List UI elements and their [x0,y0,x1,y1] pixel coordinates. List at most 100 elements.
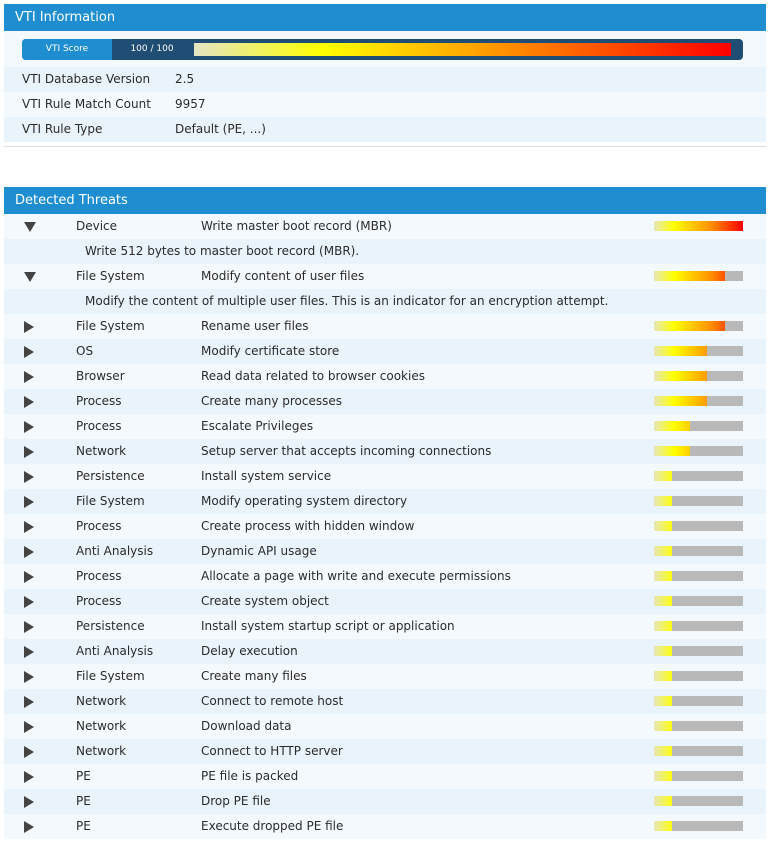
expand-arrow-icon[interactable] [24,746,34,758]
vti-info-value: Default (PE, ...) [175,122,266,136]
vti-info-row: VTI Database Version 2.5 [4,67,766,92]
threat-row[interactable]: OS Modify certificate store [4,339,766,364]
expand-arrow-icon[interactable] [24,621,34,633]
threat-name: Delay execution [201,644,298,658]
threat-name: PE file is packed [201,769,299,783]
threat-category: Anti Analysis [76,544,154,558]
expand-arrow-icon[interactable] [24,796,34,808]
expand-arrow-icon[interactable] [24,521,34,533]
threat-name: Read data related to browser cookies [201,369,425,383]
threat-row[interactable]: Browser Read data related to browser cook… [4,364,766,389]
threat-severity-bar [654,471,743,481]
threat-severity-fill [654,821,672,831]
expand-arrow-icon[interactable] [24,346,34,358]
threat-row[interactable]: Anti Analysis Delay execution [4,639,766,664]
threat-row[interactable]: Process Create process with hidden window [4,514,766,539]
threat-severity-bar [654,496,743,506]
threat-category: Process [76,419,122,433]
vti-info-table: VTI Database Version 2.5 VTI Rule Match Co… [4,67,766,142]
threat-row[interactable]: Anti Analysis Dynamic API usage [4,539,766,564]
threat-row[interactable]: File System Rename user files [4,314,766,339]
threat-row[interactable]: Network Setup server that accepts incomin… [4,439,766,464]
threat-severity-fill [654,546,672,556]
collapse-arrow-icon[interactable] [24,272,36,282]
threat-severity-fill [654,721,672,731]
threat-severity-bar [654,671,743,681]
expand-arrow-icon[interactable] [24,396,34,408]
expand-arrow-icon[interactable] [24,596,34,608]
vti-info-row: VTI Rule Match Count 9957 [4,92,766,117]
vti-information-header: VTI Information [4,4,766,31]
vti-info-key: VTI Database Version [22,72,151,86]
expand-arrow-icon[interactable] [24,646,34,658]
threat-severity-fill [654,771,672,781]
expand-arrow-icon[interactable] [24,771,34,783]
expand-arrow-icon[interactable] [24,696,34,708]
threat-severity-fill [654,571,672,581]
threat-name: Execute dropped PE file [201,819,344,833]
expand-arrow-icon[interactable] [24,421,34,433]
threat-row[interactable]: File System Modify content of user files [4,264,766,289]
threat-category: File System [76,669,145,683]
threat-severity-bar [654,371,743,381]
threat-name: Write master boot record (MBR) [201,219,392,233]
threat-severity-fill [654,621,672,631]
threat-row[interactable]: Network Connect to HTTP server [4,739,766,764]
threat-name: Modify certificate store [201,344,340,358]
threat-row[interactable]: File System Modify operating system direc… [4,489,766,514]
threat-severity-fill [654,371,707,381]
threat-row[interactable]: Process Allocate a page with write and ex… [4,564,766,589]
threat-severity-bar [654,571,743,581]
threat-severity-fill [654,396,707,406]
threat-name: Download data [201,719,292,733]
threat-row[interactable]: Device Write master boot record (MBR) [4,214,766,239]
threat-severity-bar [654,596,743,606]
expand-arrow-icon[interactable] [24,471,34,483]
vti-score-bar: VTI Score 100 / 100 [22,39,743,60]
vti-info-value: 9957 [175,97,206,111]
threat-severity-bar [654,721,743,731]
expand-arrow-icon[interactable] [24,321,34,333]
threat-row[interactable]: Network Connect to remote host [4,689,766,714]
threat-row[interactable]: Process Create system object [4,589,766,614]
threat-row[interactable]: File System Create many files [4,664,766,689]
threat-severity-fill [654,796,672,806]
threat-severity-bar [654,646,743,656]
threat-severity-bar [654,621,743,631]
vti-score-value: 100 / 100 [130,44,174,54]
threat-category: Network [76,444,127,458]
expand-arrow-icon[interactable] [24,821,34,833]
threat-category: Browser [76,369,125,383]
expand-arrow-icon[interactable] [24,721,34,733]
collapse-arrow-icon[interactable] [24,222,36,232]
threat-category: OS [76,344,94,358]
threat-severity-bar [654,221,743,231]
expand-arrow-icon[interactable] [24,446,34,458]
threat-severity-fill [654,521,672,531]
threat-severity-fill [654,596,672,606]
threat-row[interactable]: PE PE file is packed [4,764,766,789]
threat-row[interactable]: Process Escalate Privileges [4,414,766,439]
threat-row[interactable]: PE Drop PE file [4,789,766,814]
threat-row[interactable]: Process Create many processes [4,389,766,414]
threat-severity-fill [654,646,672,656]
expand-arrow-icon[interactable] [24,571,34,583]
threat-row[interactable]: Network Download data [4,714,766,739]
threat-category: File System [76,319,145,333]
threat-category: Network [76,719,127,733]
threat-name: Create many processes [201,394,342,408]
expand-arrow-icon[interactable] [24,496,34,508]
expand-arrow-icon[interactable] [24,371,34,383]
threat-name: Connect to HTTP server [201,744,343,758]
threat-category: PE [76,819,91,833]
expand-arrow-icon[interactable] [24,546,34,558]
threat-row[interactable]: Persistence Install system startup script… [4,614,766,639]
threat-severity-fill [654,671,672,681]
threat-row[interactable]: Persistence Install system service [4,464,766,489]
threat-row[interactable]: PE Execute dropped PE file [4,814,766,839]
threat-name: Dynamic API usage [201,544,317,558]
threat-category: PE [76,769,91,783]
expand-arrow-icon[interactable] [24,671,34,683]
threat-severity-bar [654,346,743,356]
threat-list: Device Write master boot record (MBR) Writ… [4,214,766,839]
